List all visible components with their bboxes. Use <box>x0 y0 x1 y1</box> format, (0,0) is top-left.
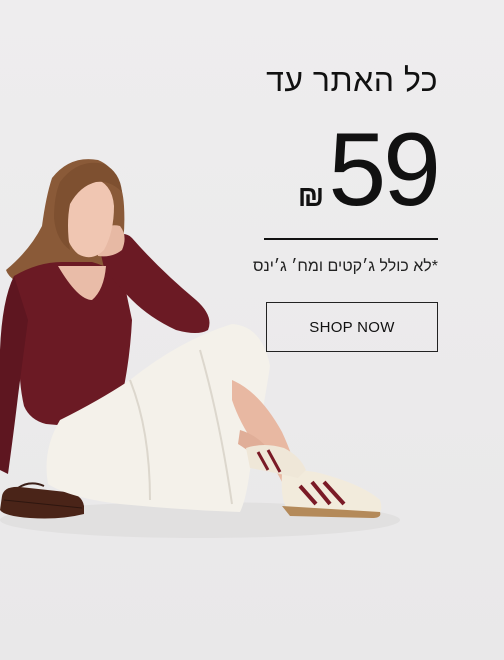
promo-headline: כל האתר עד <box>266 62 438 98</box>
disclaimer-text: *לא כולל ג׳קטים ומח׳ ג׳ינס <box>252 258 438 275</box>
shop-now-button[interactable]: SHOP NOW <box>266 302 438 352</box>
divider <box>264 238 438 240</box>
promo-copy: כל האתר עד ₪ 59 *לא כולל ג׳קטים ומח׳ ג׳י… <box>238 62 441 352</box>
promo-banner[interactable]: כל האתר עד ₪ 59 *לא כולל ג׳קטים ומח׳ ג׳י… <box>0 0 504 660</box>
sneaker-shape-back <box>246 445 306 478</box>
price-value: 59 <box>328 112 441 228</box>
currency-symbol: ₪ <box>297 180 325 213</box>
promo-price: ₪ 59 <box>297 112 441 228</box>
